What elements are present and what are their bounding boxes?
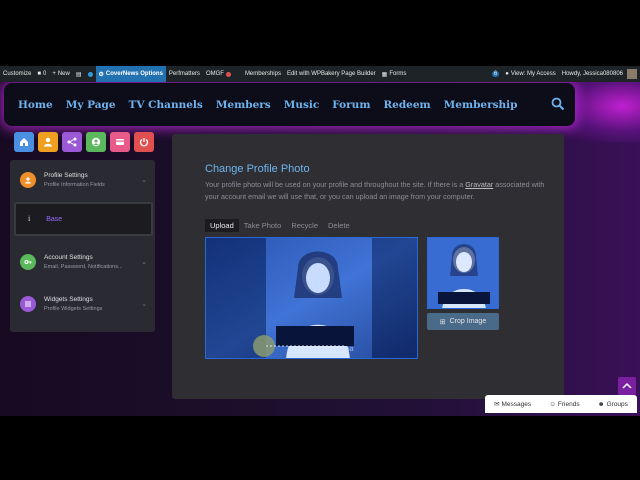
friends-icon: ☺ [549,400,556,408]
account-settings-subtitle: Email, Password, Notifications... [44,264,123,270]
perfmatters-link[interactable]: Perfmatters [166,66,203,82]
base-label: Base [46,215,63,223]
profile-icon-row [10,132,155,152]
photo-preview [427,237,499,309]
message-icon: ✉ [494,401,500,408]
avatar [627,69,637,79]
widgets-settings-title: Widgets Settings [44,296,93,303]
messages-button[interactable]: ✉ Messages [494,400,531,409]
widgets-settings-item[interactable]: Widgets Settings Profile Widgets Setting… [10,284,155,324]
crop-image-area[interactable]: mona [205,237,418,359]
nav-forum[interactable]: Forum [332,99,370,111]
scroll-top-button[interactable] [618,377,636,395]
page-body: Home My Page TV Channels Members Music F… [0,82,640,416]
profile-settings-subtitle: Profile Information Fields [44,182,105,188]
profile-photo-crop: mona [206,238,417,358]
profile-settings-title: Profile Settings [44,172,88,179]
account-settings-item[interactable]: Account Settings Email, Password, Notifi… [10,242,155,282]
nav-members[interactable]: Members [216,99,271,111]
user-icon[interactable] [38,132,58,152]
status-dot-icon [87,71,93,77]
chevron-down-icon: ⌄ [141,177,147,184]
widgets-settings-icon [20,296,36,312]
page-icon-link[interactable]: ▤ [73,66,85,82]
photo-tabs: Upload Take Photo Recycle Delete [205,219,355,232]
svg-text:mona: mona [336,346,354,353]
forms-link[interactable]: ▦ Forms [379,66,410,82]
screen: Customize ■ 0 + New ▤ ⚙ CoverNews Option… [0,0,640,480]
photo-description: Your profile photo will be used on your … [205,180,545,201]
share-icon[interactable] [62,132,82,152]
alert-dot-icon [225,71,231,77]
power-icon[interactable] [134,132,154,152]
forms-icon: ▦ [381,71,388,78]
nav-membership[interactable]: Membership [444,99,518,111]
chevron-down-icon: ⌄ [141,301,147,308]
info-icon: i [28,215,31,223]
main-navigation: Home My Page TV Channels Members Music F… [4,83,575,126]
widgets-settings-subtitle: Profile Widgets Settings [44,306,103,312]
social-bar: ✉ Messages ☺ Friends ☻ Groups [485,395,637,413]
nav-redeem[interactable]: Redeem [383,99,430,111]
home-icon[interactable] [14,132,34,152]
groups-button[interactable]: ☻ Groups [598,401,628,408]
plus-icon: + [52,71,56,77]
page-title: Change Profile Photo [205,163,310,175]
new-content-link[interactable]: + New [49,66,73,82]
profile-sidebar: Profile Settings Profile Information Fie… [10,132,155,332]
chevron-up-icon [622,382,632,389]
wp-admin-bar: Customize ■ 0 + New ▤ ⚙ CoverNews Option… [0,66,640,82]
customize-link[interactable]: Customize [0,66,34,82]
nav-tv-channels[interactable]: TV Channels [129,99,203,111]
crop-image-button[interactable]: ⊞ Crop Image [427,313,499,330]
profile-settings-icon [20,172,36,188]
account-settings-title: Account Settings [44,254,93,261]
page-icon: ▤ [75,71,82,78]
howdy-account-link[interactable]: Howdy, Jessica080806 [559,66,640,82]
gravatar-link[interactable]: Gravatar [465,180,493,189]
friends-button[interactable]: ☺ Friends [549,401,579,408]
memberships-link[interactable]: Memberships [242,66,284,82]
chevron-down-icon: ⌄ [141,259,147,266]
nav-my-page[interactable]: My Page [66,99,116,111]
profile-photo-preview [428,238,498,308]
gear-icon: ⚙ [98,71,104,78]
change-photo-panel: Change Profile Photo Your profile photo … [172,134,564,399]
bottom-letterbox [0,416,640,480]
view-access-link[interactable]: ● View: My Access [502,66,559,82]
profile-settings-item[interactable]: Profile Settings Profile Information Fie… [10,160,155,200]
status-dot-link[interactable] [85,66,96,82]
card-icon[interactable] [110,132,130,152]
nav-home[interactable]: Home [18,99,53,111]
nav-music[interactable]: Music [284,99,320,111]
notification-badge[interactable]: 6 [489,66,502,82]
tab-delete[interactable]: Delete [323,219,355,232]
wpbakery-link[interactable]: Edit with WPBakery Page Builder [284,66,379,82]
profile-icon[interactable] [86,132,106,152]
omgf-link[interactable]: OMGF [203,66,234,82]
covernews-options-link[interactable]: ⚙ CoverNews Options [95,66,166,82]
tab-recycle[interactable]: Recycle [286,219,323,232]
search-icon[interactable] [551,97,565,111]
base-menu-item[interactable]: i Base [14,202,153,236]
comment-icon: ■ [37,71,41,77]
crop-icon: ⊞ [439,318,446,326]
tab-upload[interactable]: Upload [205,219,239,232]
comments-link[interactable]: ■ 0 [34,66,49,82]
tab-take-photo[interactable]: Take Photo [239,219,287,232]
person-icon: ● [505,71,509,77]
groups-icon: ☻ [597,400,605,408]
account-settings-icon [20,254,36,270]
settings-menu: Profile Settings Profile Information Fie… [10,160,155,332]
